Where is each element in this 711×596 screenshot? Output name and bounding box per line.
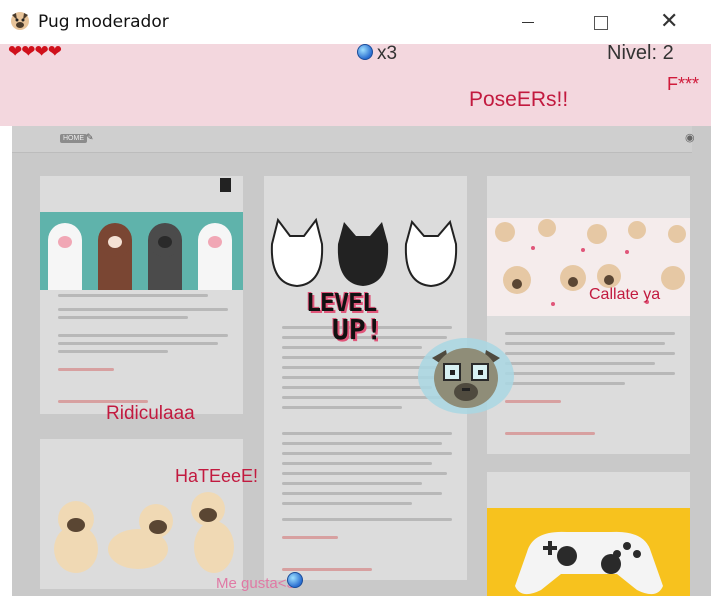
hud-bar <box>0 44 711 126</box>
maximize-button[interactable] <box>578 6 624 38</box>
floating-word[interactable]: HaTEeeE! <box>175 466 258 487</box>
minimize-button[interactable] <box>505 6 551 38</box>
blog-card <box>487 176 690 454</box>
heart-icon: ❤ <box>8 42 22 61</box>
cats-image <box>270 217 458 288</box>
controller-image <box>487 508 690 596</box>
pug-app-icon <box>11 12 29 30</box>
bookmark-icon <box>220 178 231 192</box>
floating-word[interactable]: PoseERs!! <box>469 88 568 112</box>
level-up-badge: LEVEL UP! <box>306 288 383 346</box>
pugs-image <box>54 492 234 573</box>
blog-header: HOME ✎ ◉ <box>12 126 695 153</box>
window-title: Pug moderador <box>38 12 169 32</box>
floating-word[interactable]: Ridiculaaa <box>106 403 195 425</box>
lives-hearts: ❤❤❤❤ <box>8 42 62 62</box>
orb-pickup[interactable] <box>287 572 303 588</box>
title-bar: Pug moderador ✕ <box>0 0 711 45</box>
pug-player[interactable] <box>416 336 516 416</box>
blog-card <box>487 472 690 596</box>
close-button[interactable]: ✕ <box>650 6 696 38</box>
eye-icon: ◉ <box>685 132 695 144</box>
orb-count: x3 <box>377 43 398 64</box>
orb-icon <box>357 44 373 60</box>
paws-image <box>40 212 243 290</box>
close-icon: ✕ <box>660 9 679 34</box>
pencil-icon: ✎ <box>86 132 94 142</box>
home-tag: HOME <box>60 134 87 143</box>
blog-card <box>40 176 243 414</box>
heart-icon: ❤ <box>47 42 62 61</box>
floating-word[interactable]: Callate ya <box>589 286 660 304</box>
orb-counter: x3 <box>357 43 397 65</box>
floating-word[interactable]: F*** <box>667 74 699 95</box>
floating-word[interactable]: Me gusta<3 <box>216 575 295 592</box>
level-indicator: Nivel: 2 <box>607 42 674 64</box>
blog-card <box>40 439 243 589</box>
level-up-line-2: UP! <box>332 313 383 346</box>
heart-icon: ❤ <box>34 42 49 61</box>
heart-icon: ❤ <box>21 42 35 61</box>
